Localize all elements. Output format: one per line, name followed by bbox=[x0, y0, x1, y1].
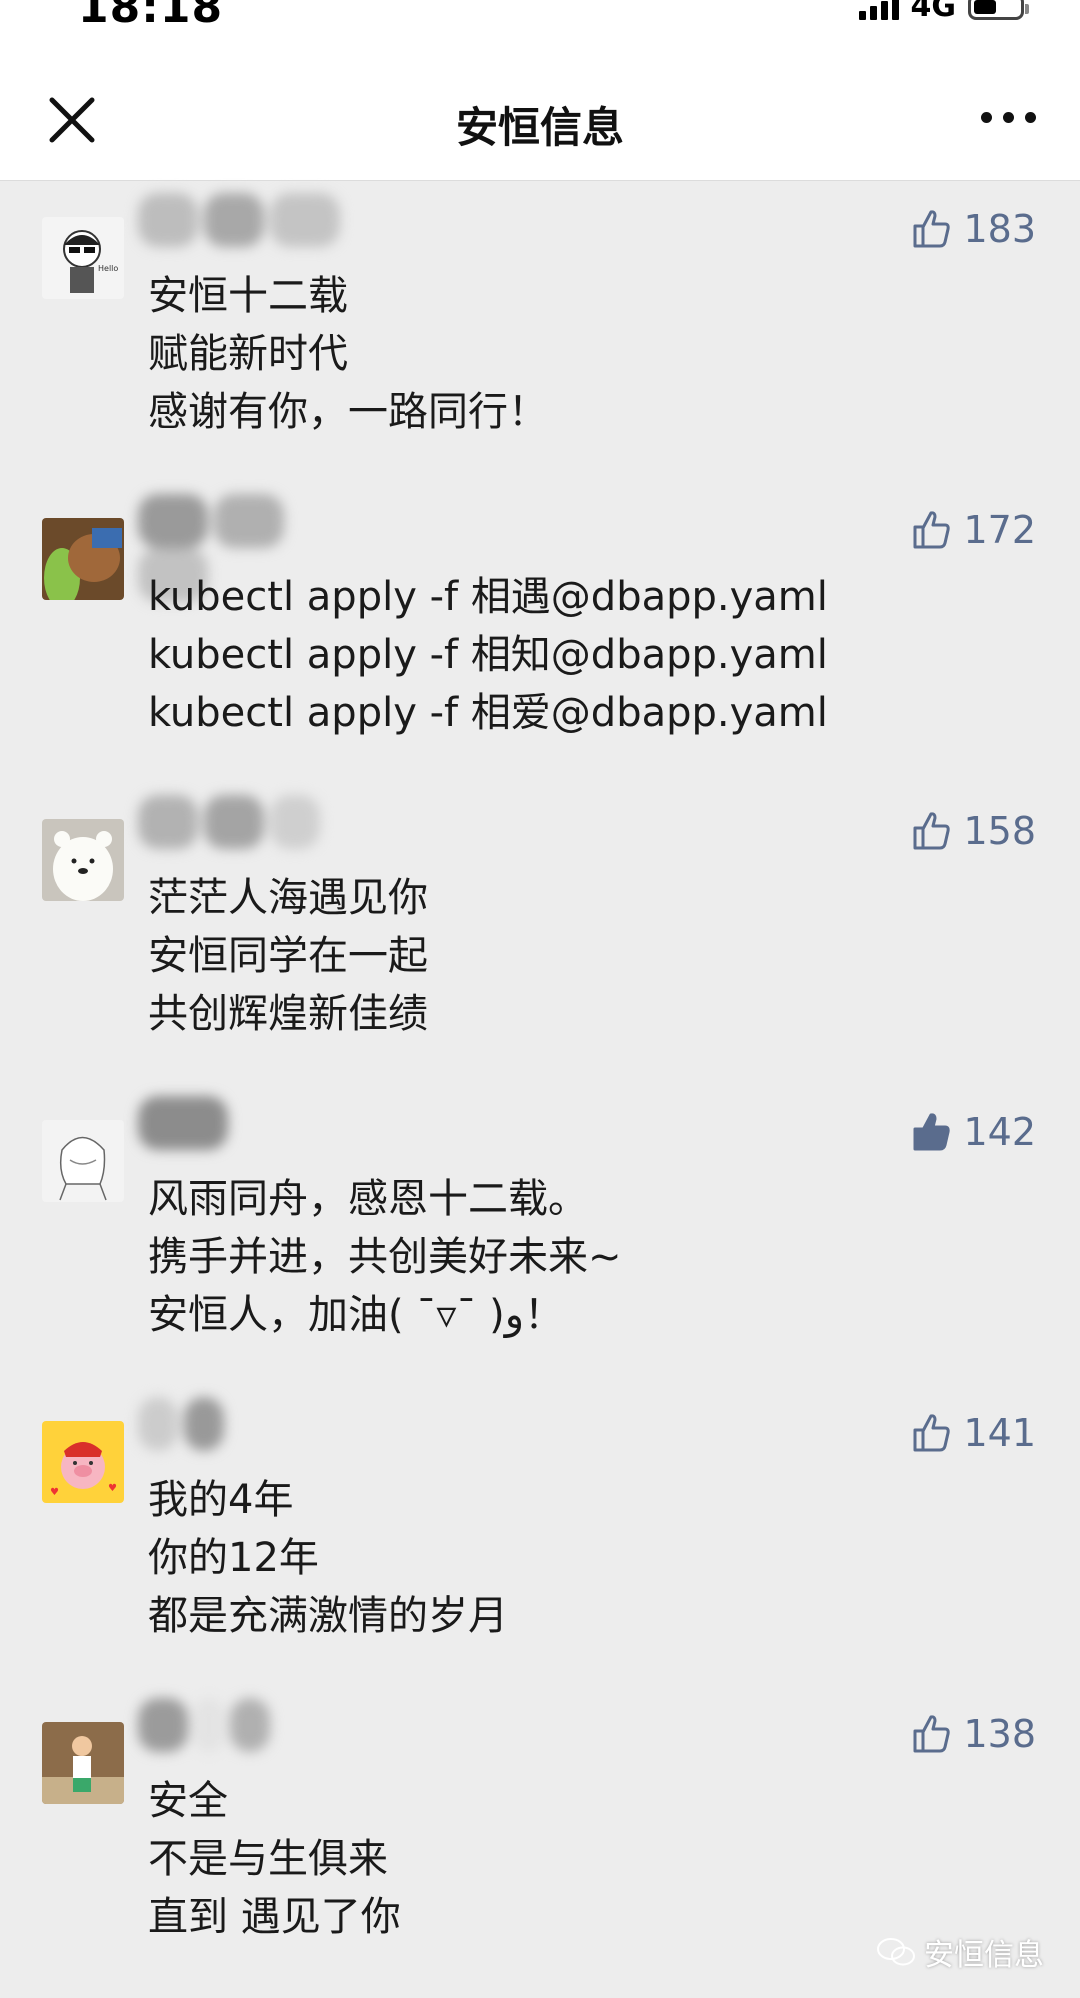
like-button[interactable]: 142 bbox=[909, 1110, 1036, 1154]
comment-list: Hello 183 安恒十二载 赋能新时代 感谢有你，一路同行！ 172 kub… bbox=[0, 181, 1080, 1987]
comment-item: 172 kubectl apply -f 相遇@dbapp.yaml kubec… bbox=[0, 482, 1080, 783]
comment-line: 直到 遇见了你 bbox=[148, 1894, 401, 1940]
comment-text: 茫茫人海遇见你 安恒同学在一起 共创辉煌新佳绩 bbox=[148, 869, 428, 1043]
comment-line: 风雨同舟，感恩十二载。 bbox=[148, 1176, 588, 1222]
comment-line: kubectl apply -f 相爱@dbapp.yaml bbox=[148, 690, 828, 736]
comment-line: 安全 bbox=[148, 1778, 228, 1824]
comment-line: 我的4年 bbox=[148, 1477, 294, 1523]
nickname-blurred bbox=[138, 795, 358, 857]
thumbs-up-filled-icon bbox=[913, 1113, 951, 1151]
watermark-text: 安恒信息 bbox=[924, 1938, 1044, 1973]
signal-icon bbox=[858, 0, 899, 20]
nickname-blurred bbox=[138, 1397, 358, 1459]
comment-line: 赋能新时代 bbox=[148, 331, 348, 377]
like-count: 158 bbox=[963, 809, 1036, 853]
like-button[interactable]: 138 bbox=[909, 1712, 1036, 1756]
comment-item: 158 茫茫人海遇见你 安恒同学在一起 共创辉煌新佳绩 bbox=[0, 783, 1080, 1084]
comment-line: 茫茫人海遇见你 bbox=[148, 875, 428, 921]
like-button[interactable]: 172 bbox=[909, 508, 1036, 552]
like-count: 138 bbox=[963, 1712, 1036, 1756]
comment-item: 142 风雨同舟，感恩十二载。 携手并进，共创美好未来~ 安恒人，加油( ˉ▿ˉ… bbox=[0, 1084, 1080, 1385]
comment-line: 携手并进，共创美好未来~ bbox=[148, 1234, 622, 1280]
avatar[interactable] bbox=[42, 1120, 124, 1202]
wechat-icon bbox=[877, 1938, 915, 1966]
watermark: 安恒信息 bbox=[876, 1930, 1044, 1974]
comment-text: 安恒十二载 赋能新时代 感谢有你，一路同行！ bbox=[148, 267, 548, 441]
page-title: 安恒信息 bbox=[455, 103, 624, 152]
comment-line: 都是充满激情的岁月 bbox=[148, 1593, 508, 1639]
thumbs-up-icon bbox=[913, 1715, 951, 1753]
thumbs-up-icon bbox=[913, 210, 951, 248]
network-type: 4G bbox=[910, 0, 957, 24]
avatar[interactable] bbox=[42, 819, 124, 901]
comment-item: ♥ ♥ 141 我的4年 你的12年 都是充满激情的岁月 bbox=[0, 1385, 1080, 1686]
more-icon[interactable] bbox=[981, 112, 1036, 123]
like-button[interactable]: 183 bbox=[909, 207, 1036, 251]
comment-line: 共创辉煌新佳绩 bbox=[148, 991, 428, 1037]
like-count: 183 bbox=[963, 207, 1036, 251]
status-bar: 18:18 4G bbox=[0, 0, 1080, 42]
like-count: 141 bbox=[963, 1411, 1036, 1455]
comment-line: 感谢有你，一路同行！ bbox=[148, 389, 548, 435]
avatar[interactable] bbox=[42, 518, 124, 600]
comment-text: kubectl apply -f 相遇@dbapp.yaml kubectl a… bbox=[148, 568, 828, 742]
svg-text:♥: ♥ bbox=[108, 1483, 117, 1494]
avatar[interactable]: ♥ ♥ bbox=[42, 1421, 124, 1503]
comment-line: 你的12年 bbox=[148, 1535, 319, 1581]
nickname-blurred bbox=[138, 494, 358, 602]
comment-text: 我的4年 你的12年 都是充满激情的岁月 bbox=[148, 1471, 508, 1645]
nav-bar: 安恒信息 bbox=[0, 42, 1080, 181]
comment-line: kubectl apply -f 相知@dbapp.yaml bbox=[148, 632, 828, 678]
like-button[interactable]: 141 bbox=[909, 1411, 1036, 1455]
nickname-blurred bbox=[138, 193, 358, 255]
status-indicators: 4G bbox=[858, 0, 1029, 24]
comment-item: Hello 183 安恒十二载 赋能新时代 感谢有你，一路同行！ bbox=[0, 181, 1080, 482]
thumbs-up-icon bbox=[913, 812, 951, 850]
comment-line: 安恒同学在一起 bbox=[148, 933, 428, 979]
status-time: 18:18 bbox=[78, 0, 224, 33]
thumbs-up-icon bbox=[913, 1414, 951, 1452]
like-count: 142 bbox=[963, 1110, 1036, 1154]
comment-line: kubectl apply -f 相遇@dbapp.yaml bbox=[148, 574, 828, 620]
like-count: 172 bbox=[963, 508, 1036, 552]
svg-text:♥: ♥ bbox=[50, 1487, 59, 1498]
nickname-blurred bbox=[138, 1698, 358, 1760]
comment-line: 安恒人，加油( ˉ▿ˉ )و！ bbox=[148, 1292, 565, 1338]
comment-text: 安全 不是与生俱来 直到 遇见了你 bbox=[148, 1772, 401, 1946]
avatar[interactable]: Hello bbox=[42, 217, 124, 299]
battery-icon bbox=[968, 0, 1029, 20]
thumbs-up-icon bbox=[913, 511, 951, 549]
like-button[interactable]: 158 bbox=[909, 809, 1036, 853]
nickname-blurred bbox=[138, 1096, 358, 1158]
comment-text: 风雨同舟，感恩十二载。 携手并进，共创美好未来~ 安恒人，加油( ˉ▿ˉ )و！ bbox=[148, 1170, 622, 1344]
comment-line: 不是与生俱来 bbox=[148, 1836, 388, 1882]
svg-text:Hello: Hello bbox=[98, 264, 118, 273]
comment-line: 安恒十二载 bbox=[148, 273, 348, 319]
avatar[interactable] bbox=[42, 1722, 124, 1804]
